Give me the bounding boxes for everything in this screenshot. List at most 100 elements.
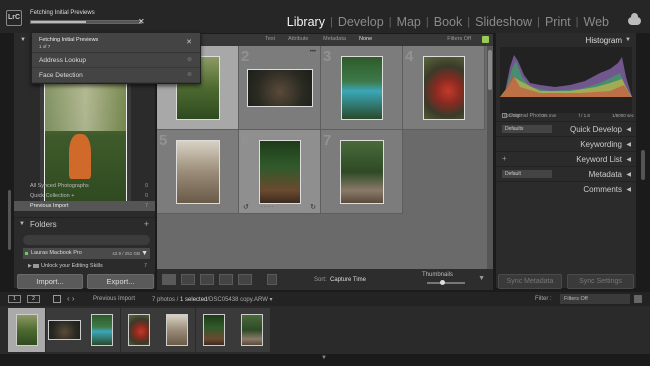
grid-cell[interactable]: 2 ••• (239, 46, 321, 130)
lock-icon[interactable] (482, 36, 489, 43)
filter-text-tab[interactable]: Text (265, 36, 275, 42)
module-slideshow[interactable]: Slideshow (470, 15, 537, 29)
grid-cell[interactable]: 3 (321, 46, 403, 130)
filter-lock-icon[interactable] (634, 295, 642, 303)
photo-thumbnail[interactable] (341, 56, 383, 120)
grid-scrollbar[interactable] (487, 46, 493, 269)
back-forward-icon[interactable]: ‹ › (67, 294, 75, 303)
painter-icon[interactable] (267, 274, 277, 285)
filmstrip-cell[interactable] (45, 308, 83, 352)
module-print[interactable]: Print (540, 15, 576, 29)
right-scrollbar[interactable] (641, 150, 645, 180)
keywording-header[interactable]: Keywording ◀ (496, 136, 636, 151)
export-button[interactable]: Export... (87, 274, 154, 289)
photo-thumbnail[interactable] (247, 69, 313, 107)
filmstrip-thumbnail[interactable] (128, 314, 150, 346)
quick-develop-preset[interactable]: Defaults (502, 125, 552, 133)
sync-settings-button[interactable]: Sync Settings (567, 274, 634, 289)
photo-thumbnail[interactable] (259, 140, 301, 204)
folder-item[interactable]: ▶ Unlock your Editing Skills 7 (23, 261, 150, 271)
module-web[interactable]: Web (579, 15, 614, 29)
cancel-icon[interactable]: ⊗ (187, 53, 192, 68)
metadata-header[interactable]: Default Metadata ◀ (496, 166, 636, 181)
filmstrip-thumbnail[interactable] (203, 314, 225, 346)
quick-develop-header[interactable]: Defaults Quick Develop ◀ (496, 121, 636, 136)
main-window-button[interactable]: 1 (8, 295, 21, 303)
grid-cell[interactable]: 5 (157, 130, 239, 214)
collapse-triangle-icon[interactable]: ▼ (20, 37, 26, 43)
comments-header[interactable]: Comments ◀ (496, 181, 636, 196)
add-keyword-button[interactable]: + (502, 154, 507, 163)
expand-triangle-icon[interactable]: ◀ (626, 126, 631, 133)
grid-cell[interactable]: 7 (321, 130, 403, 214)
filmstrip-thumbnail[interactable] (15, 314, 38, 346)
photo-thumbnail[interactable] (340, 140, 384, 204)
expand-triangle-icon[interactable]: ◀ (626, 171, 631, 178)
close-icon[interactable]: ✕ (138, 17, 145, 26)
catalog-item-previous-import[interactable]: Previous Import 7 (14, 201, 155, 211)
grid-cell[interactable]: 4 (403, 46, 485, 130)
catalog-item-all-synced[interactable]: All Synced Photographs 0 (14, 181, 155, 191)
filmstrip-cell[interactable] (120, 308, 158, 352)
module-book[interactable]: Book (429, 15, 468, 29)
filmstrip-thumbnail[interactable] (47, 320, 81, 340)
scroll-thumb[interactable] (488, 50, 492, 90)
folder-search-input[interactable] (23, 235, 150, 245)
add-folder-button[interactable]: + (144, 219, 149, 229)
collapse-triangle-icon[interactable]: ▼ (321, 355, 327, 361)
filmstrip-source[interactable]: Previous Import (93, 296, 135, 302)
close-icon[interactable]: ✕ (186, 38, 192, 46)
filmstrip-cell[interactable] (8, 308, 45, 352)
left-scrollbar[interactable] (8, 190, 11, 250)
sync-metadata-button[interactable]: Sync Metadata (498, 274, 562, 289)
thumbnail-size-slider[interactable] (427, 280, 465, 285)
badge-icon[interactable]: ••• (310, 49, 316, 55)
volume-row[interactable]: Lauras Macbook Pro 42.9 / 251 GB ▼ (23, 248, 150, 259)
survey-view-icon[interactable] (219, 274, 233, 285)
rotate-left-icon[interactable]: ↺ (243, 203, 249, 211)
people-view-icon[interactable] (238, 274, 252, 285)
filmstrip-thumbnail[interactable] (240, 314, 263, 346)
loupe-view-icon[interactable] (181, 274, 195, 285)
filmstrip-cell[interactable] (233, 308, 270, 352)
filmstrip-thumbnail[interactable] (165, 314, 188, 346)
filter-metadata-tab[interactable]: Metadata (323, 36, 346, 42)
filmstrip-cell[interactable] (158, 308, 195, 352)
filter-presets[interactable]: Filters Off (447, 36, 471, 42)
catalog-item-quick-collection[interactable]: Quick Collection + 0 (14, 191, 155, 201)
secondary-window-button[interactable]: 2 (27, 295, 40, 303)
compare-view-icon[interactable] (200, 274, 214, 285)
filter-none-tab[interactable]: None (359, 36, 372, 42)
filmstrip-thumbnail[interactable] (90, 314, 113, 346)
disclosure-triangle-icon[interactable]: ▶ (28, 261, 32, 271)
rotate-right-icon[interactable]: ↻ (310, 203, 316, 211)
histogram-header[interactable]: Histogram ▼ (496, 33, 636, 47)
keyword-list-header[interactable]: + Keyword List ◀ (496, 151, 636, 166)
histogram[interactable]: ISO 800 35 mm f / 1.8 1/8000 sec (500, 47, 634, 118)
rating-stars[interactable]: ····· (261, 204, 274, 210)
filter-select[interactable]: Filters Off (560, 294, 630, 304)
sort-select[interactable]: Capture Time (330, 277, 366, 283)
toolbar-menu-icon[interactable]: ▼ (478, 275, 485, 282)
cloud-icon[interactable] (628, 13, 641, 25)
collapse-triangle-icon[interactable]: ▼ (19, 221, 25, 227)
slider-knob[interactable] (440, 280, 445, 285)
module-library[interactable]: Library (282, 15, 330, 29)
metadata-preset[interactable]: Default (502, 170, 552, 178)
original-photo-toggle[interactable]: Original Photo (502, 113, 544, 119)
filmstrip-cell[interactable] (195, 308, 233, 352)
module-map[interactable]: Map (392, 15, 426, 29)
module-develop[interactable]: Develop (333, 15, 389, 29)
expand-triangle-icon[interactable]: ◀ (626, 156, 631, 163)
grid-view-icon[interactable] (162, 274, 176, 285)
expand-triangle-icon[interactable]: ◀ (626, 186, 631, 193)
checkbox-icon[interactable] (502, 113, 507, 119)
import-button[interactable]: Import... (17, 274, 83, 289)
collapse-triangle-icon[interactable]: ▼ (625, 37, 631, 43)
photo-thumbnail[interactable] (176, 140, 220, 204)
filter-attribute-tab[interactable]: Attribute (288, 36, 308, 42)
grid-cell[interactable]: 6 ↺ ↻ ····· (239, 130, 321, 214)
task-title[interactable]: Fetching Initial Previews (30, 10, 95, 16)
grid-icon[interactable] (53, 295, 61, 303)
chevron-down-icon[interactable]: ▼ (141, 248, 148, 259)
